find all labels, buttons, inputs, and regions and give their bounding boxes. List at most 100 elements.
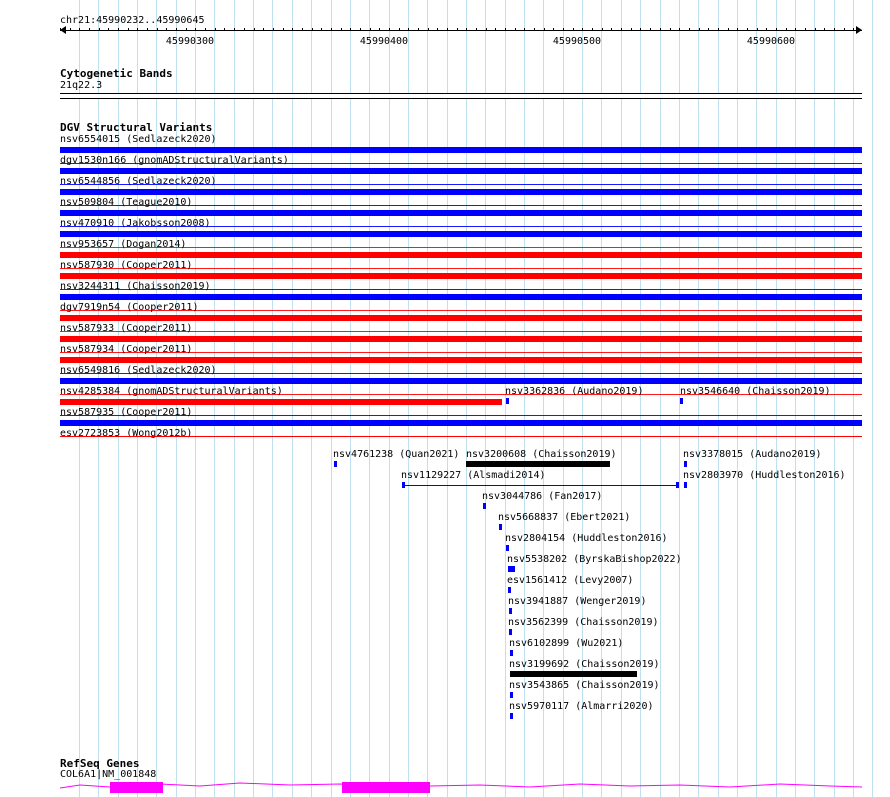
variant-feature[interactable] — [60, 378, 862, 384]
variant-label[interactable]: nsv587933 (Cooper2011) — [60, 323, 192, 334]
variant-label[interactable]: nsv3562399 (Chaisson2019) — [508, 617, 659, 628]
variant-label[interactable]: nsv587934 (Cooper2011) — [60, 344, 192, 355]
variant-feature[interactable] — [684, 461, 687, 467]
variant-label[interactable]: nsv6544856 (Sedlazeck2020) — [60, 176, 217, 187]
variant-feature[interactable] — [334, 461, 337, 467]
variant-label[interactable]: nsv587935 (Cooper2011) — [60, 407, 192, 418]
variant-label[interactable]: dgv7919n54 (Cooper2011) — [60, 302, 198, 313]
variant-label[interactable]: nsv5668837 (Ebert2021) — [498, 512, 630, 523]
variant-feature[interactable] — [510, 650, 513, 656]
ruler-tick — [776, 28, 777, 31]
variant-feature[interactable] — [680, 398, 683, 404]
variant-feature[interactable] — [510, 671, 637, 677]
variant-feature[interactable] — [60, 189, 862, 195]
ruler-tick — [611, 28, 612, 31]
variant-feature[interactable] — [60, 210, 862, 216]
variant-label[interactable]: nsv3378015 (Audano2019) — [683, 449, 821, 460]
variant-feature[interactable] — [499, 524, 502, 530]
ruler-tick — [263, 28, 264, 31]
variant-feature[interactable] — [510, 713, 513, 719]
ruler-tick — [408, 28, 409, 31]
variant-label[interactable]: nsv953657 (Dogan2014) — [60, 239, 186, 250]
variant-feature[interactable] — [483, 503, 486, 509]
cytoband-bar[interactable] — [60, 93, 862, 99]
variant-label[interactable]: nsv3199692 (Chaisson2019) — [509, 659, 660, 670]
grid-line — [660, 0, 661, 797]
variant-label[interactable]: nsv4285384 (gnomADStructuralVariants) — [60, 386, 283, 397]
variant-feature[interactable] — [60, 315, 862, 321]
variant-label[interactable]: nsv470910 (Jakobsson2008) — [60, 218, 211, 229]
ruler-tick — [757, 28, 758, 31]
ruler-tick — [534, 28, 535, 31]
variant-feature[interactable] — [684, 482, 687, 488]
variant-label[interactable]: nsv5970117 (Almarri2020) — [509, 701, 654, 712]
ruler-tick — [621, 28, 622, 31]
variant-feature[interactable] — [506, 398, 509, 404]
ruler-tick — [70, 28, 71, 31]
ruler-tick — [99, 28, 100, 31]
variant-label[interactable]: esv2723853 (Wong2012b) — [60, 428, 192, 439]
ruler-tick — [360, 28, 361, 31]
scroll-right-arrow[interactable] — [856, 26, 862, 34]
variant-feature[interactable] — [508, 566, 515, 572]
variant-feature[interactable] — [510, 692, 513, 698]
gene-label[interactable]: COL6A1|NM_001848 — [60, 769, 156, 780]
variant-feature[interactable] — [60, 357, 862, 363]
variant-feature[interactable] — [508, 587, 511, 593]
variant-feature[interactable] — [60, 420, 862, 426]
variant-feature[interactable] — [60, 252, 862, 258]
variant-label[interactable]: nsv6554015 (Sedlazeck2020) — [60, 134, 217, 145]
variant-label[interactable]: nsv4761238 (Quan2021) — [333, 449, 459, 460]
variant-label[interactable]: nsv509804 (Teague2010) — [60, 197, 192, 208]
ruler-tick — [341, 28, 342, 31]
gene-exon — [110, 782, 163, 793]
gene-model[interactable] — [0, 780, 890, 797]
grid-line — [601, 0, 602, 797]
ruler-tick — [679, 28, 680, 31]
ruler-tick — [108, 28, 109, 31]
variant-label[interactable]: nsv3244311 (Chaisson2019) — [60, 281, 211, 292]
variant-feature[interactable] — [60, 436, 862, 437]
variant-label[interactable]: nsv5538202 (ByrskaBishop2022) — [507, 554, 682, 565]
variant-label[interactable]: nsv3543865 (Chaisson2019) — [509, 680, 660, 691]
tick-label: 45990600 — [746, 36, 796, 47]
variant-label[interactable]: nsv3044786 (Fan2017) — [482, 491, 602, 502]
variant-label[interactable]: nsv6549816 (Sedlazeck2020) — [60, 365, 217, 376]
variant-label[interactable]: nsv3362836 (Audano2019) — [505, 386, 643, 397]
variant-feature[interactable] — [60, 273, 862, 279]
variant-feature[interactable] — [60, 168, 862, 174]
variant-feature[interactable] — [506, 545, 509, 551]
variant-label[interactable]: nsv6102899 (Wu2021) — [509, 638, 623, 649]
ruler-tick — [428, 28, 429, 31]
variant-feature[interactable] — [60, 399, 502, 405]
variant-feature[interactable] — [60, 336, 862, 342]
ruler-tick — [844, 28, 845, 31]
variant-label[interactable]: esv1561412 (Levy2007) — [507, 575, 633, 586]
ruler-tick — [89, 28, 90, 31]
variant-feature[interactable] — [466, 461, 610, 467]
grid-line — [582, 0, 583, 797]
variant-label[interactable]: nsv3546640 (Chaisson2019) — [680, 386, 831, 397]
variant-label[interactable]: dgv1530n166 (gnomADStructuralVariants) — [60, 155, 289, 166]
variant-label[interactable]: nsv3200608 (Chaisson2019) — [466, 449, 617, 460]
ruler-tick — [147, 28, 148, 31]
tick-label: 45990300 — [165, 36, 215, 47]
variant-feature[interactable] — [60, 147, 862, 153]
variant-feature[interactable] — [676, 482, 679, 488]
variant-feature[interactable] — [509, 608, 512, 614]
variant-label[interactable]: nsv2804154 (Huddleston2016) — [505, 533, 668, 544]
variant-feature[interactable] — [509, 629, 512, 635]
variant-label[interactable]: nsv3941887 (Wenger2019) — [508, 596, 646, 607]
ruler-tick — [737, 28, 738, 31]
ruler-tick — [708, 28, 709, 31]
grid-line — [543, 0, 544, 797]
ruler-tick — [447, 28, 448, 31]
variant-feature[interactable] — [60, 294, 862, 300]
ruler-tick — [215, 28, 216, 31]
variant-label[interactable]: nsv2803970 (Huddleston2016) — [683, 470, 846, 481]
ruler-tick — [582, 28, 583, 31]
cytoband-label[interactable]: 21q22.3 — [60, 80, 102, 91]
variant-label[interactable]: nsv587930 (Cooper2011) — [60, 260, 192, 271]
variant-label[interactable]: nsv1129227 (Alsmadi2014) — [401, 470, 546, 481]
variant-feature[interactable] — [60, 231, 862, 237]
